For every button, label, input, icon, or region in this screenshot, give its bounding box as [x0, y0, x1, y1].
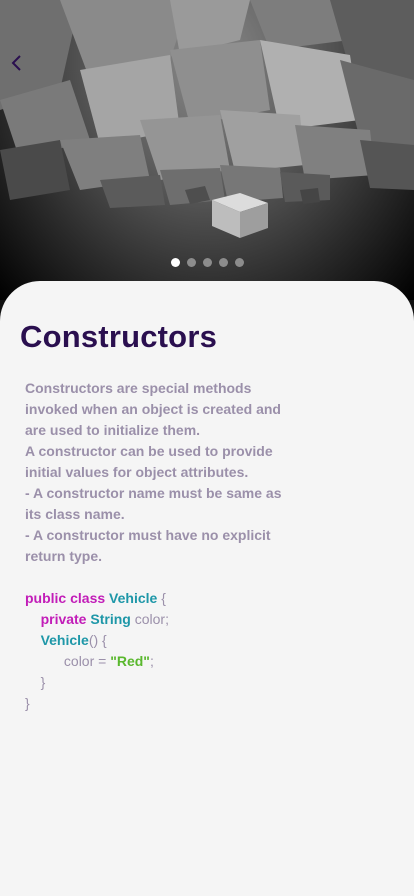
code-text: ;: [149, 653, 154, 669]
code-text: }: [25, 695, 30, 711]
back-button[interactable]: [10, 54, 38, 82]
chevron-left-icon: [11, 55, 21, 71]
description-paragraph: - A constructor must have no explicit re…: [25, 527, 271, 564]
carousel-dot[interactable]: [234, 258, 244, 267]
code-line: }: [25, 672, 169, 693]
code-function: Vehicle: [40, 632, 89, 648]
code-snippet: public class Vehicle { private String co…: [25, 588, 169, 714]
carousel-dot[interactable]: [218, 258, 228, 267]
code-text: }: [40, 674, 46, 690]
code-string: "Red": [110, 653, 150, 669]
code-text: () {: [88, 632, 107, 648]
code-line: }: [25, 693, 169, 714]
carousel-dot[interactable]: [170, 258, 180, 267]
code-text: {: [157, 590, 166, 606]
description-paragraph: A constructor can be used to provide ini…: [25, 443, 273, 480]
code-keyword: public class: [25, 590, 106, 606]
code-line: private String color;: [25, 609, 169, 630]
code-line: Vehicle() {: [25, 630, 169, 651]
page-title: Constructors: [20, 319, 218, 354]
carousel-indicator: [0, 258, 414, 267]
content-card: Constructors Constructors are special me…: [0, 281, 414, 896]
code-type: Vehicle: [109, 590, 158, 606]
code-line: color = "Red";: [25, 651, 169, 672]
description: Constructors are special methods invoked…: [25, 378, 295, 567]
code-type: String: [90, 611, 131, 627]
code-line: public class Vehicle {: [25, 588, 169, 609]
description-paragraph: - A constructor name must be same as its…: [25, 485, 282, 522]
code-keyword: private: [40, 611, 87, 627]
carousel-dot[interactable]: [186, 258, 196, 267]
carousel-dot[interactable]: [202, 258, 212, 267]
abstract-cubes-image: [0, 0, 414, 238]
description-paragraph: Constructors are special methods invoked…: [25, 380, 281, 438]
code-text: color;: [130, 611, 169, 627]
hero-image: [0, 0, 414, 300]
code-text: color =: [63, 653, 111, 669]
